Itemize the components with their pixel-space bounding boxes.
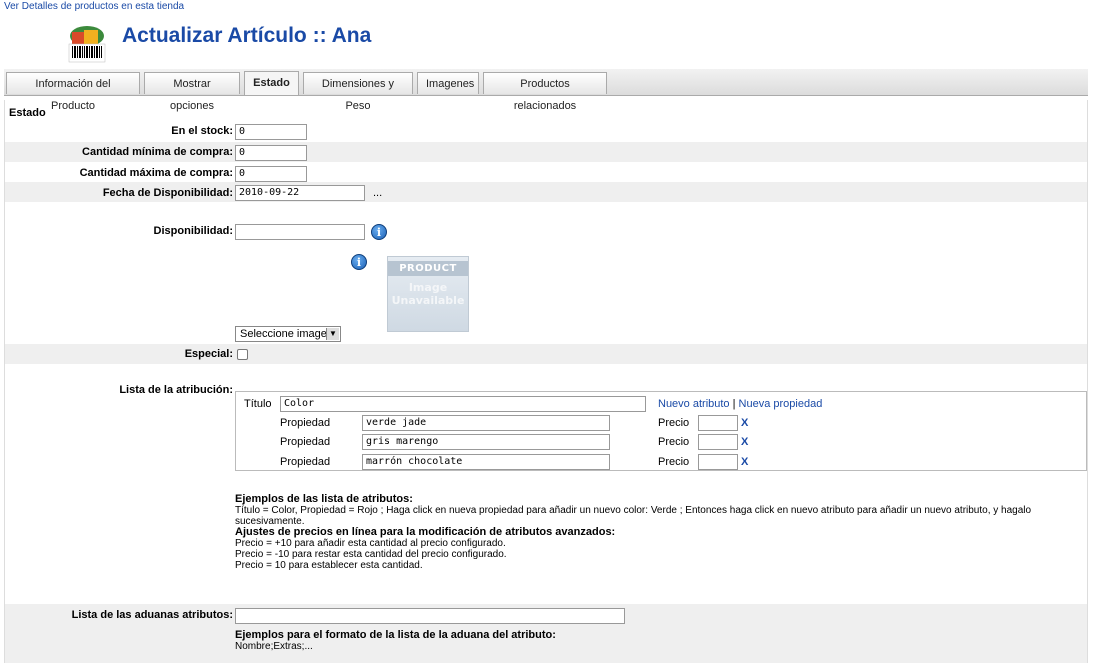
help-text: Precio = +10 para añadir esta cantidad a… [235, 538, 506, 549]
max-qty-row: Cantidad máxima de compra: 0 [5, 162, 1087, 182]
chevron-down-icon: ▼ [326, 328, 339, 340]
barcode-product-icon [68, 26, 106, 63]
attribute-help-text: Ejemplos de las lista de atributos: Títu… [235, 493, 1085, 572]
price-label: Precio [658, 436, 690, 448]
min-qty-input[interactable]: 0 [235, 145, 307, 161]
help-text: Precio = 10 para establecer esta cantida… [235, 560, 423, 571]
help-heading: Ajustes de precios en línea para la modi… [235, 526, 616, 538]
property-label: Propiedad [280, 436, 331, 448]
date-picker-button[interactable]: ... [373, 187, 382, 199]
tab-bar: Información del Producto Mostrar opcione… [4, 69, 1088, 112]
page-title: Actualizar Artículo :: Ana [122, 24, 372, 47]
section-title: Estado [9, 107, 46, 119]
info-icon[interactable]: i [371, 224, 387, 240]
customs-help-text: Ejemplos para el formato de la lista de … [235, 629, 1085, 653]
product-image-label: PRODUCT [388, 261, 468, 276]
min-qty-label: Cantidad mínima de compra: [82, 146, 233, 158]
max-qty-label: Cantidad máxima de compra: [79, 167, 233, 179]
info-icon[interactable]: i [351, 254, 367, 270]
stock-row: En el stock: 0 [5, 122, 1087, 142]
attr-title-label: Título [244, 398, 272, 410]
property-input[interactable]: marrón chocolate [362, 454, 610, 470]
help-heading: Ejemplos de las lista de atributos: [235, 493, 413, 505]
attr-links: Nuevo atributo | Nueva propiedad [658, 398, 822, 410]
customs-row: Lista de las aduanas atributos: Ejemplos… [5, 604, 1087, 663]
help-heading: Ejemplos para el formato de la lista de … [235, 629, 556, 641]
property-label: Propiedad [280, 417, 331, 429]
customs-input[interactable] [235, 608, 625, 624]
help-text: Precio = -10 para restar esta cantidad d… [235, 549, 507, 560]
attr-title-input[interactable]: Color [280, 396, 646, 412]
price-input[interactable] [698, 415, 738, 431]
tab-status[interactable]: Estado [244, 71, 299, 95]
product-image-line3: Unavailable [391, 294, 465, 307]
new-property-link[interactable]: Nueva propiedad [739, 398, 823, 410]
date-label: Fecha de Disponibilidad: [102, 187, 233, 199]
tab-dimensions-weight[interactable]: Dimensiones y Peso [303, 72, 413, 112]
property-input[interactable]: verde jade [362, 415, 610, 431]
help-text: Título = Color, Propiedad = Rojo ; Haga … [235, 505, 1032, 527]
remove-property-button[interactable]: X [741, 456, 748, 468]
price-label: Precio [658, 456, 690, 468]
remove-property-button[interactable]: X [741, 417, 748, 429]
remove-property-button[interactable]: X [741, 436, 748, 448]
attr-list-label: Lista de la atribución: [119, 384, 233, 396]
price-label: Precio [658, 417, 690, 429]
link-separator: | [732, 398, 736, 410]
product-image-line2: Image [408, 281, 448, 294]
tab-images[interactable]: Imagenes [417, 72, 479, 94]
status-panel: Estado En el stock: 0 Cantidad mínima de… [4, 100, 1088, 663]
special-checkbox[interactable] [237, 349, 248, 360]
help-text: Nombre;Extras;... [235, 641, 313, 652]
new-attribute-link[interactable]: Nuevo atributo [658, 398, 730, 410]
max-qty-input[interactable]: 0 [235, 166, 307, 182]
stock-input[interactable]: 0 [235, 124, 307, 140]
availability-label: Disponibilidad: [153, 225, 233, 237]
date-input[interactable]: 2010-09-22 [235, 185, 365, 201]
price-input[interactable] [698, 454, 738, 470]
product-image-placeholder: PRODUCT Image Unavailable [387, 256, 469, 332]
product-image-text: Image Unavailable [388, 281, 468, 307]
availability-input[interactable] [235, 224, 365, 240]
tab-related-products[interactable]: Productos relacionados [483, 72, 607, 112]
attribute-list-box: Título Color Nuevo atributo | Nueva prop… [235, 391, 1087, 471]
stock-label: En el stock: [171, 125, 233, 137]
property-input[interactable]: gris marengo [362, 434, 610, 450]
image-select[interactable]: Seleccione imagen ▼ [235, 326, 341, 342]
date-row: Fecha de Disponibilidad: 2010-09-22 ... [5, 182, 1087, 202]
tab-display-options[interactable]: Mostrar opciones [144, 72, 240, 112]
special-label: Especial: [184, 348, 233, 360]
image-select-value: Seleccione imagen [240, 328, 333, 340]
min-qty-row: Cantidad mínima de compra: 0 [5, 142, 1087, 162]
price-input[interactable] [698, 434, 738, 450]
customs-label: Lista de las aduanas atributos: [71, 609, 233, 621]
tab-product-info[interactable]: Información del Producto [6, 72, 140, 112]
view-store-details-link[interactable]: Ver Detalles de productos en esta tienda [4, 1, 184, 12]
special-row: Especial: [5, 344, 1087, 364]
property-label: Propiedad [280, 456, 331, 468]
